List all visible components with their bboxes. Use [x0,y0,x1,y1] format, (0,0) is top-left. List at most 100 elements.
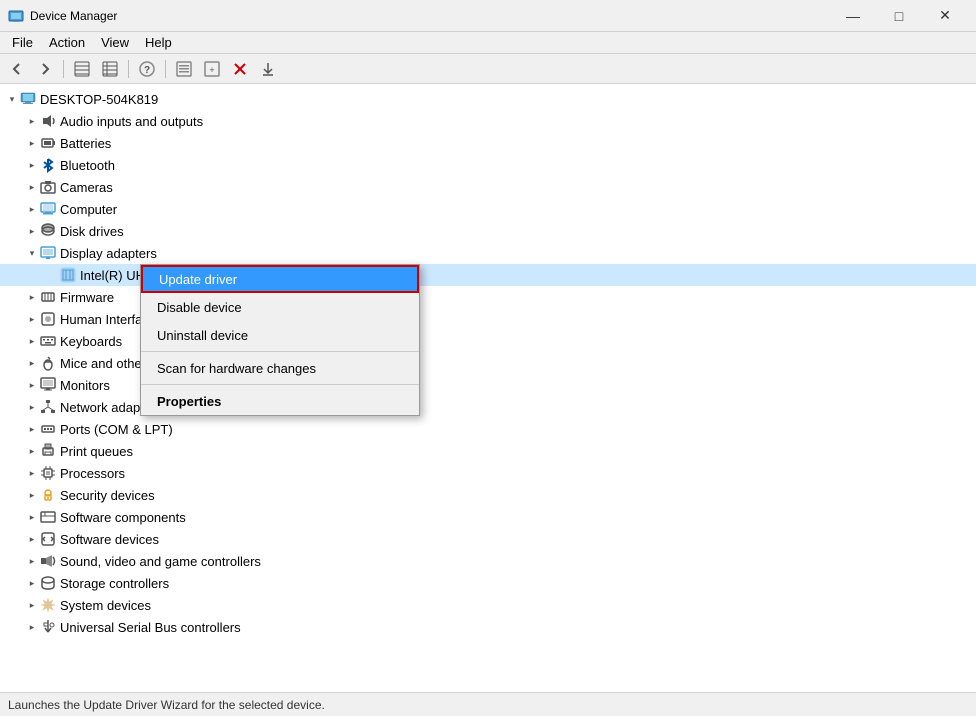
cameras-expand-icon[interactable]: ▸ [24,179,40,195]
update-button[interactable] [255,57,281,81]
cameras-label: Cameras [60,180,113,195]
batteries-expand-icon[interactable]: ▸ [24,135,40,151]
tree-item-processors[interactable]: ▸Processors [0,462,976,484]
context-menu: Update driverDisable deviceUninstall dev… [140,264,420,416]
app-icon [8,8,24,24]
keyboard-label: Keyboards [60,334,122,349]
system-expand-icon[interactable]: ▸ [24,597,40,613]
title-bar: Device Manager — □ ✕ [0,0,976,32]
monitors-icon [40,377,56,393]
scan-button[interactable]: + [199,57,225,81]
software-dev-expand-icon[interactable]: ▸ [24,531,40,547]
tree-view-button[interactable] [69,57,95,81]
tree-item-security[interactable]: ▸ Security devices [0,484,976,506]
sound-expand-icon[interactable]: ▸ [24,553,40,569]
firmware-icon [40,289,56,305]
maximize-button[interactable]: □ [876,0,922,32]
firmware-label: Firmware [60,290,114,305]
svg-text:?: ? [144,65,150,76]
bluetooth-expand-icon[interactable]: ▸ [24,157,40,173]
disk-expand-icon[interactable]: ▸ [24,223,40,239]
tree-item-ports[interactable]: ▸ Ports (COM & LPT) [0,418,976,440]
monitors-expand-icon[interactable]: ▸ [24,377,40,393]
context-menu-item-properties[interactable]: Properties [141,387,419,415]
context-menu-separator [141,384,419,385]
tree-item-print[interactable]: ▸ Print queues [0,440,976,462]
audio-expand-icon[interactable]: ▸ [24,113,40,129]
window-controls: — □ ✕ [830,0,968,32]
intel-expand-icon[interactable] [44,267,60,283]
human-expand-icon[interactable]: ▸ [24,311,40,327]
keyboard-expand-icon[interactable]: ▸ [24,333,40,349]
list-view-button[interactable] [97,57,123,81]
context-menu-item-scan-hardware[interactable]: Scan for hardware changes [141,354,419,382]
tree-item-display[interactable]: ▾Display adapters [0,242,976,264]
ports-expand-icon[interactable]: ▸ [24,421,40,437]
context-menu-item-uninstall-device[interactable]: Uninstall device [141,321,419,349]
tree-item-disk[interactable]: ▸ Disk drives [0,220,976,242]
window-title: Device Manager [30,9,830,23]
software-comp-icon [40,509,56,525]
storage-expand-icon[interactable]: ▸ [24,575,40,591]
tree-item-batteries[interactable]: ▸Batteries [0,132,976,154]
menu-item-file[interactable]: File [4,33,41,52]
menu-item-view[interactable]: View [93,33,137,52]
menu-item-action[interactable]: Action [41,33,93,52]
sound-label: Sound, video and game controllers [60,554,261,569]
tree-item-software-dev[interactable]: ▸ Software devices [0,528,976,550]
context-menu-item-disable-device[interactable]: Disable device [141,293,419,321]
mice-icon [40,355,56,371]
computer-expand-icon[interactable]: ▸ [24,201,40,217]
disk-label: Disk drives [60,224,124,239]
tree-item-cameras[interactable]: ▸ Cameras [0,176,976,198]
security-expand-icon[interactable]: ▸ [24,487,40,503]
tree-item-system[interactable]: ▸System devices [0,594,976,616]
firmware-expand-icon[interactable]: ▸ [24,289,40,305]
software-dev-icon [40,531,56,547]
usb-expand-icon[interactable]: ▸ [24,619,40,635]
forward-button[interactable] [32,57,58,81]
tree-item-audio[interactable]: ▸ Audio inputs and outputs [0,110,976,132]
bluetooth-icon [40,157,56,173]
tree-item-usb[interactable]: ▸Universal Serial Bus controllers [0,616,976,638]
network-expand-icon[interactable]: ▸ [24,399,40,415]
computer-label: Computer [60,202,117,217]
back-button[interactable] [4,57,30,81]
status-text: Launches the Update Driver Wizard for th… [8,698,325,712]
display-expand-icon[interactable]: ▾ [24,245,40,261]
print-label: Print queues [60,444,133,459]
menu-item-help[interactable]: Help [137,33,180,52]
uninstall-button[interactable] [227,57,253,81]
print-expand-icon[interactable]: ▸ [24,443,40,459]
main-area: ▾ DESKTOP-504K819 ▸ Audio inputs and outp… [0,84,976,692]
help-button[interactable]: ? [134,57,160,81]
cameras-icon [40,179,56,195]
minimize-button[interactable]: — [830,0,876,32]
software-dev-label: Software devices [60,532,159,547]
security-icon [40,487,56,503]
root-label: DESKTOP-504K819 [40,92,158,107]
processors-expand-icon[interactable]: ▸ [24,465,40,481]
audio-label: Audio inputs and outputs [60,114,203,129]
context-menu-item-update-driver[interactable]: Update driver [141,265,419,293]
tree-item-software-comp[interactable]: ▸Software components [0,506,976,528]
root-expand-icon[interactable]: ▾ [4,91,20,107]
security-label: Security devices [60,488,155,503]
tree-item-storage[interactable]: ▸Storage controllers [0,572,976,594]
properties-button[interactable] [171,57,197,81]
keyboard-icon [40,333,56,349]
tree-item-bluetooth[interactable]: ▸Bluetooth [0,154,976,176]
tree-item-computer[interactable]: ▸ Computer [0,198,976,220]
ports-label: Ports (COM & LPT) [60,422,173,437]
ports-icon [40,421,56,437]
tree-item-sound[interactable]: ▸ Sound, video and game controllers [0,550,976,572]
software-comp-expand-icon[interactable]: ▸ [24,509,40,525]
processors-icon [40,465,56,481]
menu-bar: FileActionViewHelp [0,32,976,54]
toolbar: ? + [0,54,976,84]
svg-text:+: + [209,65,214,75]
close-button[interactable]: ✕ [922,0,968,32]
tree-root[interactable]: ▾ DESKTOP-504K819 [0,88,976,110]
display-icon [40,245,56,261]
mice-expand-icon[interactable]: ▸ [24,355,40,371]
